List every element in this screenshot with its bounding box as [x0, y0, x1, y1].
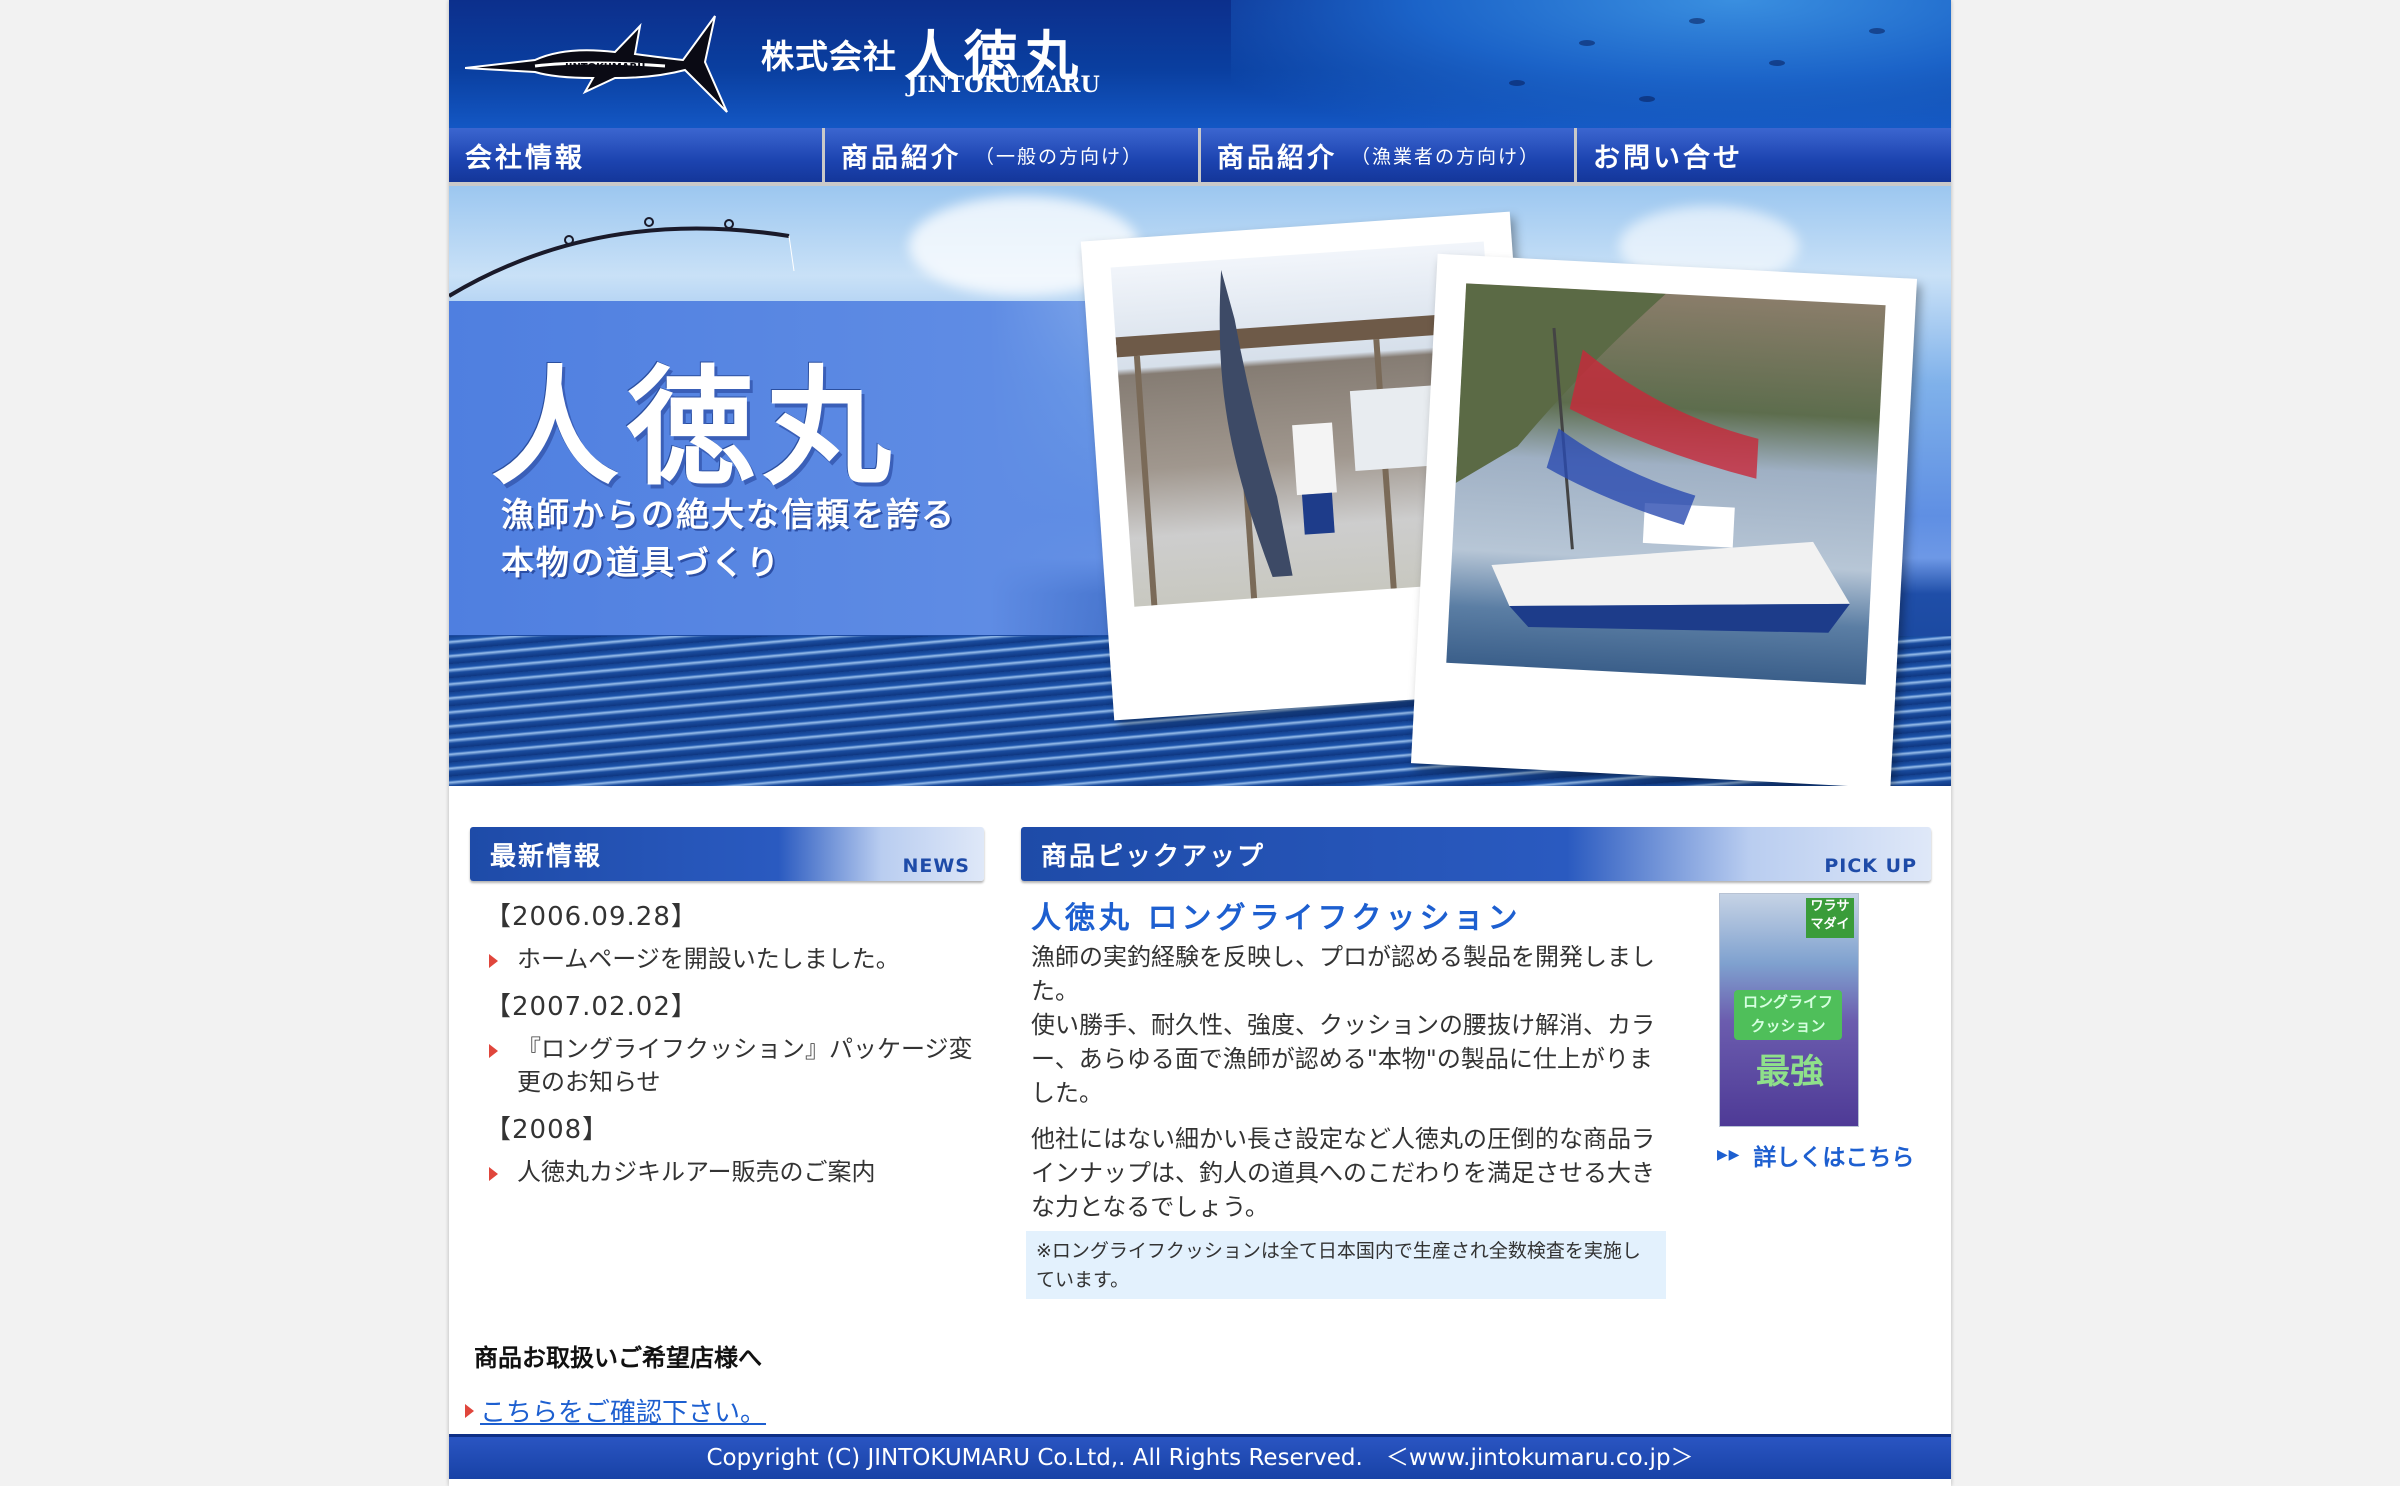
hero-tagline: 本物の道具づくり: [501, 543, 781, 582]
nav-products-general[interactable]: 商品紹介 （一般の方向け）: [825, 128, 1201, 182]
dealer-link[interactable]: こちらをご確認下さい。: [465, 1392, 766, 1429]
fish-silhouette: [1579, 40, 1595, 46]
product-description: 他社にはない細かい長さ設定など人徳丸の圧倒的な商品ラインナップは、釣人の道具への…: [1031, 1125, 1655, 1221]
nav-contact[interactable]: お問い合せ: [1577, 128, 1951, 182]
news-section-title: 最新情報: [490, 842, 603, 872]
news-item-text: 人徳丸カジキルアー販売のご案内: [517, 1158, 876, 1186]
details-link[interactable]: ▶ ▶ 詳しくはこちら: [1717, 1138, 1914, 1172]
arrow-bullet-icon: [489, 954, 498, 968]
news-date: 【2007.02.02】: [485, 992, 698, 1022]
nav-company-info[interactable]: 会社情報: [449, 128, 825, 182]
nav-label: 商品紹介: [841, 142, 961, 174]
news-item[interactable]: 『ロングライフクッション』パッケージ変更のお知らせ: [485, 1033, 985, 1099]
page: JINTOKUMARU 株式会社 人徳丸 JINTOKUMARU 会社情報 商品…: [449, 0, 1951, 1486]
company-prefix: 株式会社: [761, 37, 897, 76]
dealer-link-text: こちらをご確認下さい。: [480, 1398, 767, 1428]
nav-label: 会社情報: [465, 142, 585, 174]
fish-silhouette: [1689, 18, 1705, 24]
details-link-text: 詳しくはこちら: [1753, 1145, 1915, 1171]
pickup-section-header: 商品ピックアップ PICK UP: [1021, 827, 1931, 881]
hero-tagline: 漁師からの絶大な信頼を誇る: [501, 495, 956, 534]
fish-silhouette: [1769, 60, 1785, 66]
nav-label: 商品紹介: [1217, 142, 1337, 174]
package-label-top: ワラサ マダイ: [1806, 898, 1854, 938]
fish-silhouette: [1639, 96, 1655, 102]
product-package-image[interactable]: ワラサ マダイ ロングライフ クッション 最強: [1719, 893, 1859, 1127]
boat-photo-illustration: [1455, 283, 1850, 633]
copyright-text: Copyright (C) JINTOKUMARU Co.Ltd,. All R…: [706, 1445, 1694, 1471]
nav-sub-label: （漁業者の方向け）: [1351, 145, 1541, 168]
news-item-text: 『ロングライフクッション』パッケージ変更のお知らせ: [517, 1035, 973, 1096]
company-roman-name: JINTOKUMARU: [907, 72, 1100, 98]
arrow-bullet-icon: [465, 1403, 474, 1418]
fish-silhouette: [1509, 80, 1525, 86]
main-nav: 会社情報 商品紹介 （一般の方向け） 商品紹介 （漁業者の方向け） お問い合せ: [449, 128, 1951, 186]
news-list: 【2006.09.28】 ホームページを開設いたしました。 【2007.02.0…: [485, 896, 985, 1199]
product-description: 漁師の実釣経験を反映し、プロが認める製品を開発しました。: [1031, 943, 1655, 1005]
news-section-header: 最新情報 NEWS: [470, 827, 984, 881]
site-footer: Copyright (C) JINTOKUMARU Co.Ltd,. All R…: [449, 1434, 1951, 1479]
news-item-text: ホームページを開設いたしました。: [517, 945, 900, 973]
news-date: 【2006.09.28】: [485, 902, 698, 932]
photo-image: [1446, 283, 1886, 685]
nav-products-fishermen[interactable]: 商品紹介 （漁業者の方向け）: [1201, 128, 1577, 182]
header-ocean-background: [1231, 0, 1951, 128]
news-section-tag: NEWS: [902, 855, 970, 877]
news-item[interactable]: 人徳丸カジキルアー販売のご案内: [485, 1156, 985, 1189]
site-header: JINTOKUMARU 株式会社 人徳丸 JINTOKUMARU: [449, 0, 1951, 128]
logo-text: JINTOKUMARU: [564, 62, 645, 73]
dealer-heading: 商品お取扱いご希望店様へ: [474, 1344, 762, 1372]
package-label-big: 最強: [1756, 1052, 1824, 1092]
arrow-bullet-icon: [489, 1044, 498, 1058]
nav-label: お問い合せ: [1593, 142, 1743, 174]
hero-title: 人徳丸: [491, 353, 900, 503]
pickup-section-tag: PICK UP: [1824, 855, 1917, 877]
package-label-mid: ロングライフ クッション: [1734, 990, 1842, 1040]
fishing-rod-icon: [449, 217, 795, 298]
fish-silhouette: [1869, 28, 1885, 34]
arrow-bullet-icon: [489, 1167, 498, 1181]
hero-banner: 人徳丸 漁師からの絶大な信頼を誇る 本物の道具づくり: [449, 186, 1951, 786]
nav-sub-label: （一般の方向け）: [975, 145, 1144, 168]
product-name: 人徳丸 ロングライフクッション: [1031, 901, 1522, 936]
double-arrow-icon: ▶ ▶: [1717, 1147, 1739, 1163]
marlin-logo-icon[interactable]: JINTOKUMARU: [465, 8, 735, 118]
product-note: ※ロングライフクッションは全て日本国内で生産され全数検査を実施しています。: [1026, 1231, 1666, 1299]
product-description: 使い勝手、耐久性、強度、クッションの腰抜け解消、カラー、あらゆる面で漁師が認める…: [1031, 1011, 1655, 1107]
fishing-boat-photo: [1410, 253, 1918, 786]
news-date: 【2008】: [485, 1115, 610, 1145]
news-item[interactable]: ホームページを開設いたしました。: [485, 943, 985, 976]
pickup-section-title: 商品ピックアップ: [1041, 842, 1266, 872]
